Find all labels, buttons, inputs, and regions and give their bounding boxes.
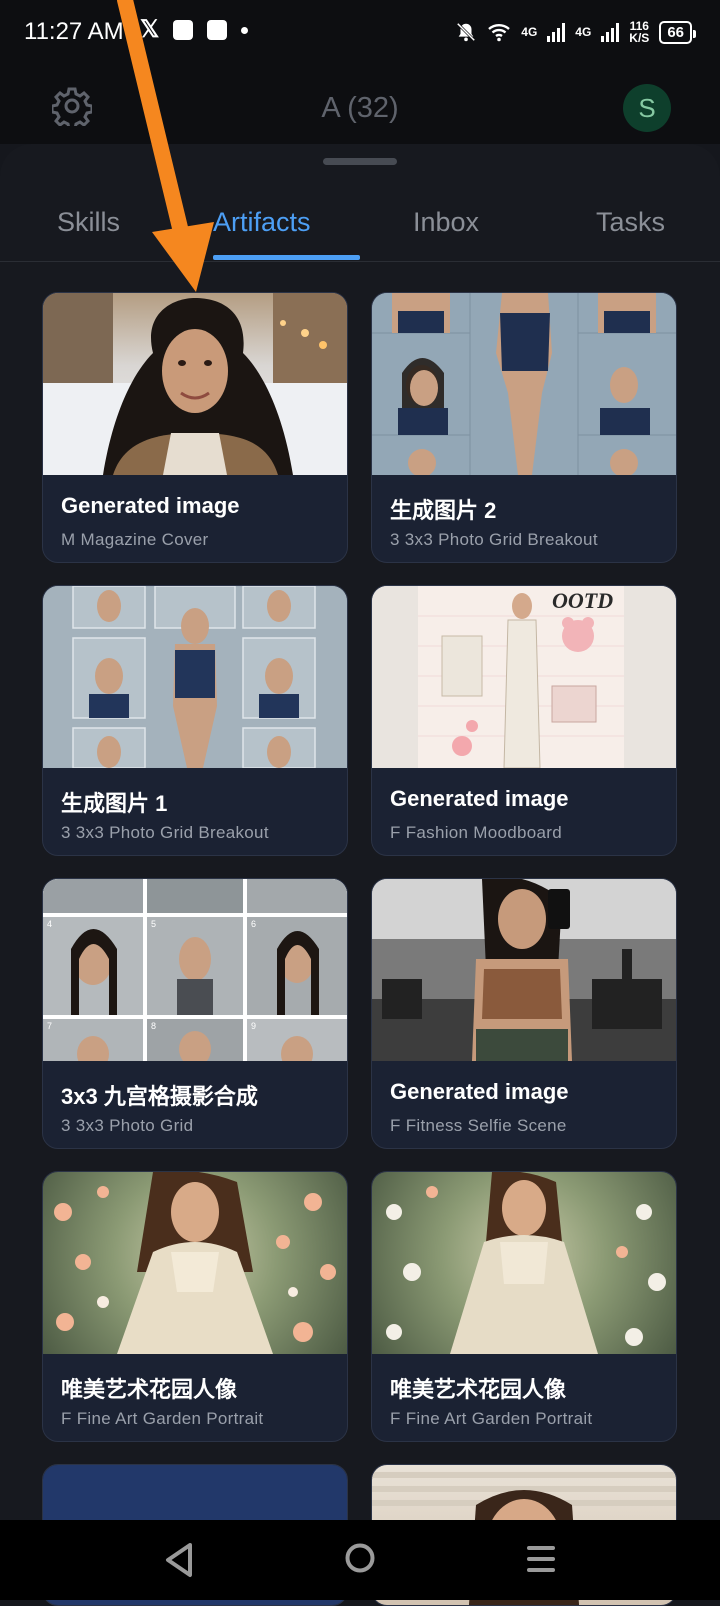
menu-icon[interactable] [526, 1544, 556, 1574]
artifact-title: Generated image [390, 1079, 569, 1104]
x-app-icon: 𝕏 [140, 16, 160, 43]
tab-inbox[interactable]: Inbox [413, 207, 479, 238]
artifact-subtitle: F Fine Art Garden Portrait [390, 1409, 593, 1428]
tab-skills[interactable]: Skills [57, 207, 120, 238]
artifact-subtitle: F Fitness Selfie Scene [390, 1116, 567, 1135]
artifact-card[interactable]: 4 5 6 7 8 9 3x3 九宫格摄影合成 3 3x3 Photo Grid [42, 878, 348, 1149]
artifact-thumbnail: OOTD [372, 586, 676, 768]
grid-number: 8 [151, 1021, 156, 1031]
avatar[interactable]: S [623, 84, 671, 132]
tab-artifacts[interactable]: Artifacts [213, 207, 311, 238]
artifact-thumbnail [43, 586, 347, 768]
artifact-title: 唯美艺术花园人像 [390, 1377, 567, 1402]
artifact-subtitle: 3 3x3 Photo Grid Breakout [61, 823, 269, 842]
signal-icon [601, 22, 620, 42]
artifact-subtitle: M Magazine Cover [61, 530, 209, 549]
drag-handle[interactable] [323, 158, 397, 165]
grid-number: 6 [251, 919, 256, 929]
active-tab-indicator [213, 255, 360, 260]
tab-tasks[interactable]: Tasks [596, 207, 665, 238]
page-title: A (32) [321, 92, 399, 124]
app-notification-icon [173, 20, 194, 40]
artifact-subtitle: 3 3x3 Photo Grid [61, 1116, 194, 1135]
artifact-card[interactable]: 唯美艺术花园人像 F Fine Art Garden Portrait [42, 1171, 348, 1442]
artifact-thumbnail [372, 1172, 676, 1354]
home-icon[interactable] [344, 1542, 376, 1574]
network-type-1: 4G [521, 25, 538, 39]
artifact-title: 生成图片 2 [390, 498, 497, 523]
artifact-card[interactable]: 生成图片 1 3 3x3 Photo Grid Breakout [42, 585, 348, 856]
system-nav-bar [0, 1520, 720, 1600]
artifact-thumbnail [43, 1172, 347, 1354]
status-right: 4G 4G 116 K/S 66 [455, 19, 696, 45]
artifact-thumbnail: 4 5 6 7 8 9 [43, 879, 347, 1061]
network-speed: 116 K/S [629, 19, 650, 45]
back-icon[interactable] [162, 1542, 196, 1578]
artifact-thumbnail [372, 293, 676, 475]
wifi-icon [488, 24, 511, 42]
artifact-title: 唯美艺术花园人像 [61, 1377, 238, 1402]
artifact-title: Generated image [61, 493, 240, 518]
artifact-card[interactable]: Generated image M Magazine Cover [42, 292, 348, 563]
artifact-card[interactable]: Generated image F Fitness Selfie Scene [371, 878, 677, 1149]
artifact-subtitle: F Fashion Moodboard [390, 823, 563, 842]
battery-indicator: 66 [659, 20, 696, 44]
artifact-thumbnail [43, 293, 347, 475]
more-notifications-icon [241, 26, 249, 34]
grid-number: 9 [251, 1021, 256, 1031]
ootd-label: OOTD [552, 588, 613, 613]
artifact-subtitle: F Fine Art Garden Portrait [61, 1409, 264, 1428]
bell-off-icon [457, 22, 476, 42]
artifact-title: 3x3 九宫格摄影合成 [61, 1084, 258, 1109]
tab-bar: Skills Artifacts Inbox Tasks [0, 195, 720, 262]
signal-icon [547, 22, 566, 42]
artifact-subtitle: 3 3x3 Photo Grid Breakout [390, 530, 598, 549]
notification-icons: 𝕏 [140, 16, 249, 43]
artifact-card[interactable]: 唯美艺术花园人像 F Fine Art Garden Portrait [371, 1171, 677, 1442]
status-bar: 11:27 AM 𝕏 4G 4G 116 K/S 66 [0, 0, 720, 72]
artifact-title: Generated image [390, 786, 569, 811]
status-time: 11:27 AM [24, 18, 124, 45]
app-notification-icon [207, 20, 228, 40]
network-type-2: 4G [575, 25, 592, 39]
artifact-card[interactable]: 生成图片 2 3 3x3 Photo Grid Breakout [371, 292, 677, 563]
artifact-card[interactable]: OOTD Generated image F Fashion Moodboard [371, 585, 677, 856]
artifact-thumbnail [372, 879, 676, 1061]
grid-number: 7 [47, 1021, 52, 1031]
grid-number: 5 [151, 919, 156, 929]
grid-number: 4 [47, 919, 52, 929]
artifact-title: 生成图片 1 [61, 791, 168, 816]
